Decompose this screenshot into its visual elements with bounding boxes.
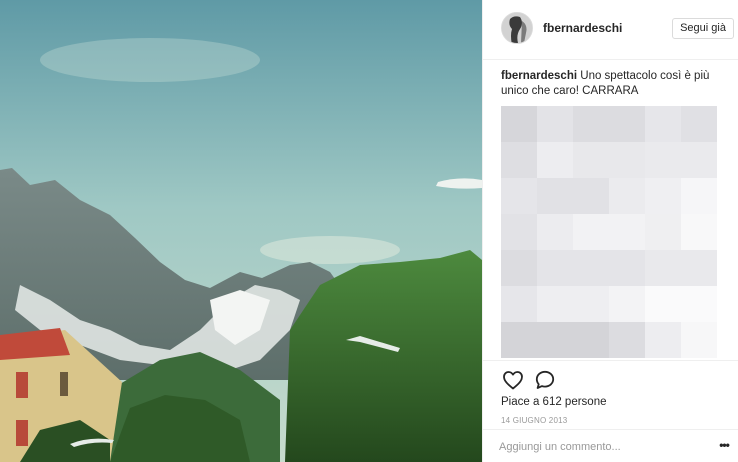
username-link[interactable]: fbernardeschi: [543, 21, 622, 35]
pixel-block: [645, 106, 681, 142]
comment-bar: •••: [483, 429, 738, 462]
pixel-block: [573, 214, 645, 250]
avatar-photo-icon: [502, 13, 532, 43]
pixel-block: [573, 142, 645, 178]
likes-count[interactable]: Piace a 612 persone: [501, 396, 607, 408]
pixel-block: [681, 214, 717, 250]
post-date[interactable]: 14 GIUGNO 2013: [501, 416, 567, 425]
pixel-block: [645, 322, 681, 358]
comment-input[interactable]: [499, 437, 699, 457]
mountain-landscape-image: [0, 0, 482, 462]
pixel-block: [537, 142, 573, 178]
pixel-block: [609, 178, 645, 214]
heart-icon[interactable]: [501, 368, 525, 392]
speech-bubble-icon[interactable]: [533, 368, 557, 392]
pixel-block: [645, 178, 681, 214]
caption-username[interactable]: fbernardeschi: [501, 70, 577, 82]
pixel-block: [609, 322, 645, 358]
pixel-block: [537, 214, 573, 250]
pixel-block: [501, 106, 537, 142]
pixel-block: [501, 178, 537, 214]
pixel-block: [681, 178, 717, 214]
instagram-post: fbernardeschi Segui già fbernardeschi Un…: [0, 0, 738, 462]
pixel-block: [681, 106, 717, 142]
pixel-block: [645, 286, 717, 322]
post-photo[interactable]: [0, 0, 482, 462]
pixel-block: [537, 286, 609, 322]
post-header: fbernardeschi Segui già: [483, 0, 738, 60]
pixel-block: [645, 142, 717, 178]
post-side-panel: fbernardeschi Segui già fbernardeschi Un…: [482, 0, 738, 462]
pixel-block: [609, 286, 645, 322]
pixelated-comments-area: [501, 106, 729, 362]
more-options-icon[interactable]: •••: [715, 439, 733, 454]
pixel-block: [537, 178, 609, 214]
pixel-block: [645, 250, 717, 286]
pixel-block: [501, 250, 537, 286]
pixel-block: [501, 286, 537, 322]
post-caption: fbernardeschi Uno spettacolo così è più …: [501, 69, 729, 99]
avatar[interactable]: [501, 12, 533, 44]
following-button[interactable]: Segui già: [672, 18, 734, 39]
pixel-block: [681, 322, 717, 358]
pixel-block: [537, 250, 645, 286]
pixel-block: [501, 322, 609, 358]
pixel-block: [645, 214, 681, 250]
pixel-block: [501, 214, 537, 250]
pixel-block: [501, 142, 537, 178]
pixel-block: [573, 106, 645, 142]
pixel-block: [537, 106, 573, 142]
